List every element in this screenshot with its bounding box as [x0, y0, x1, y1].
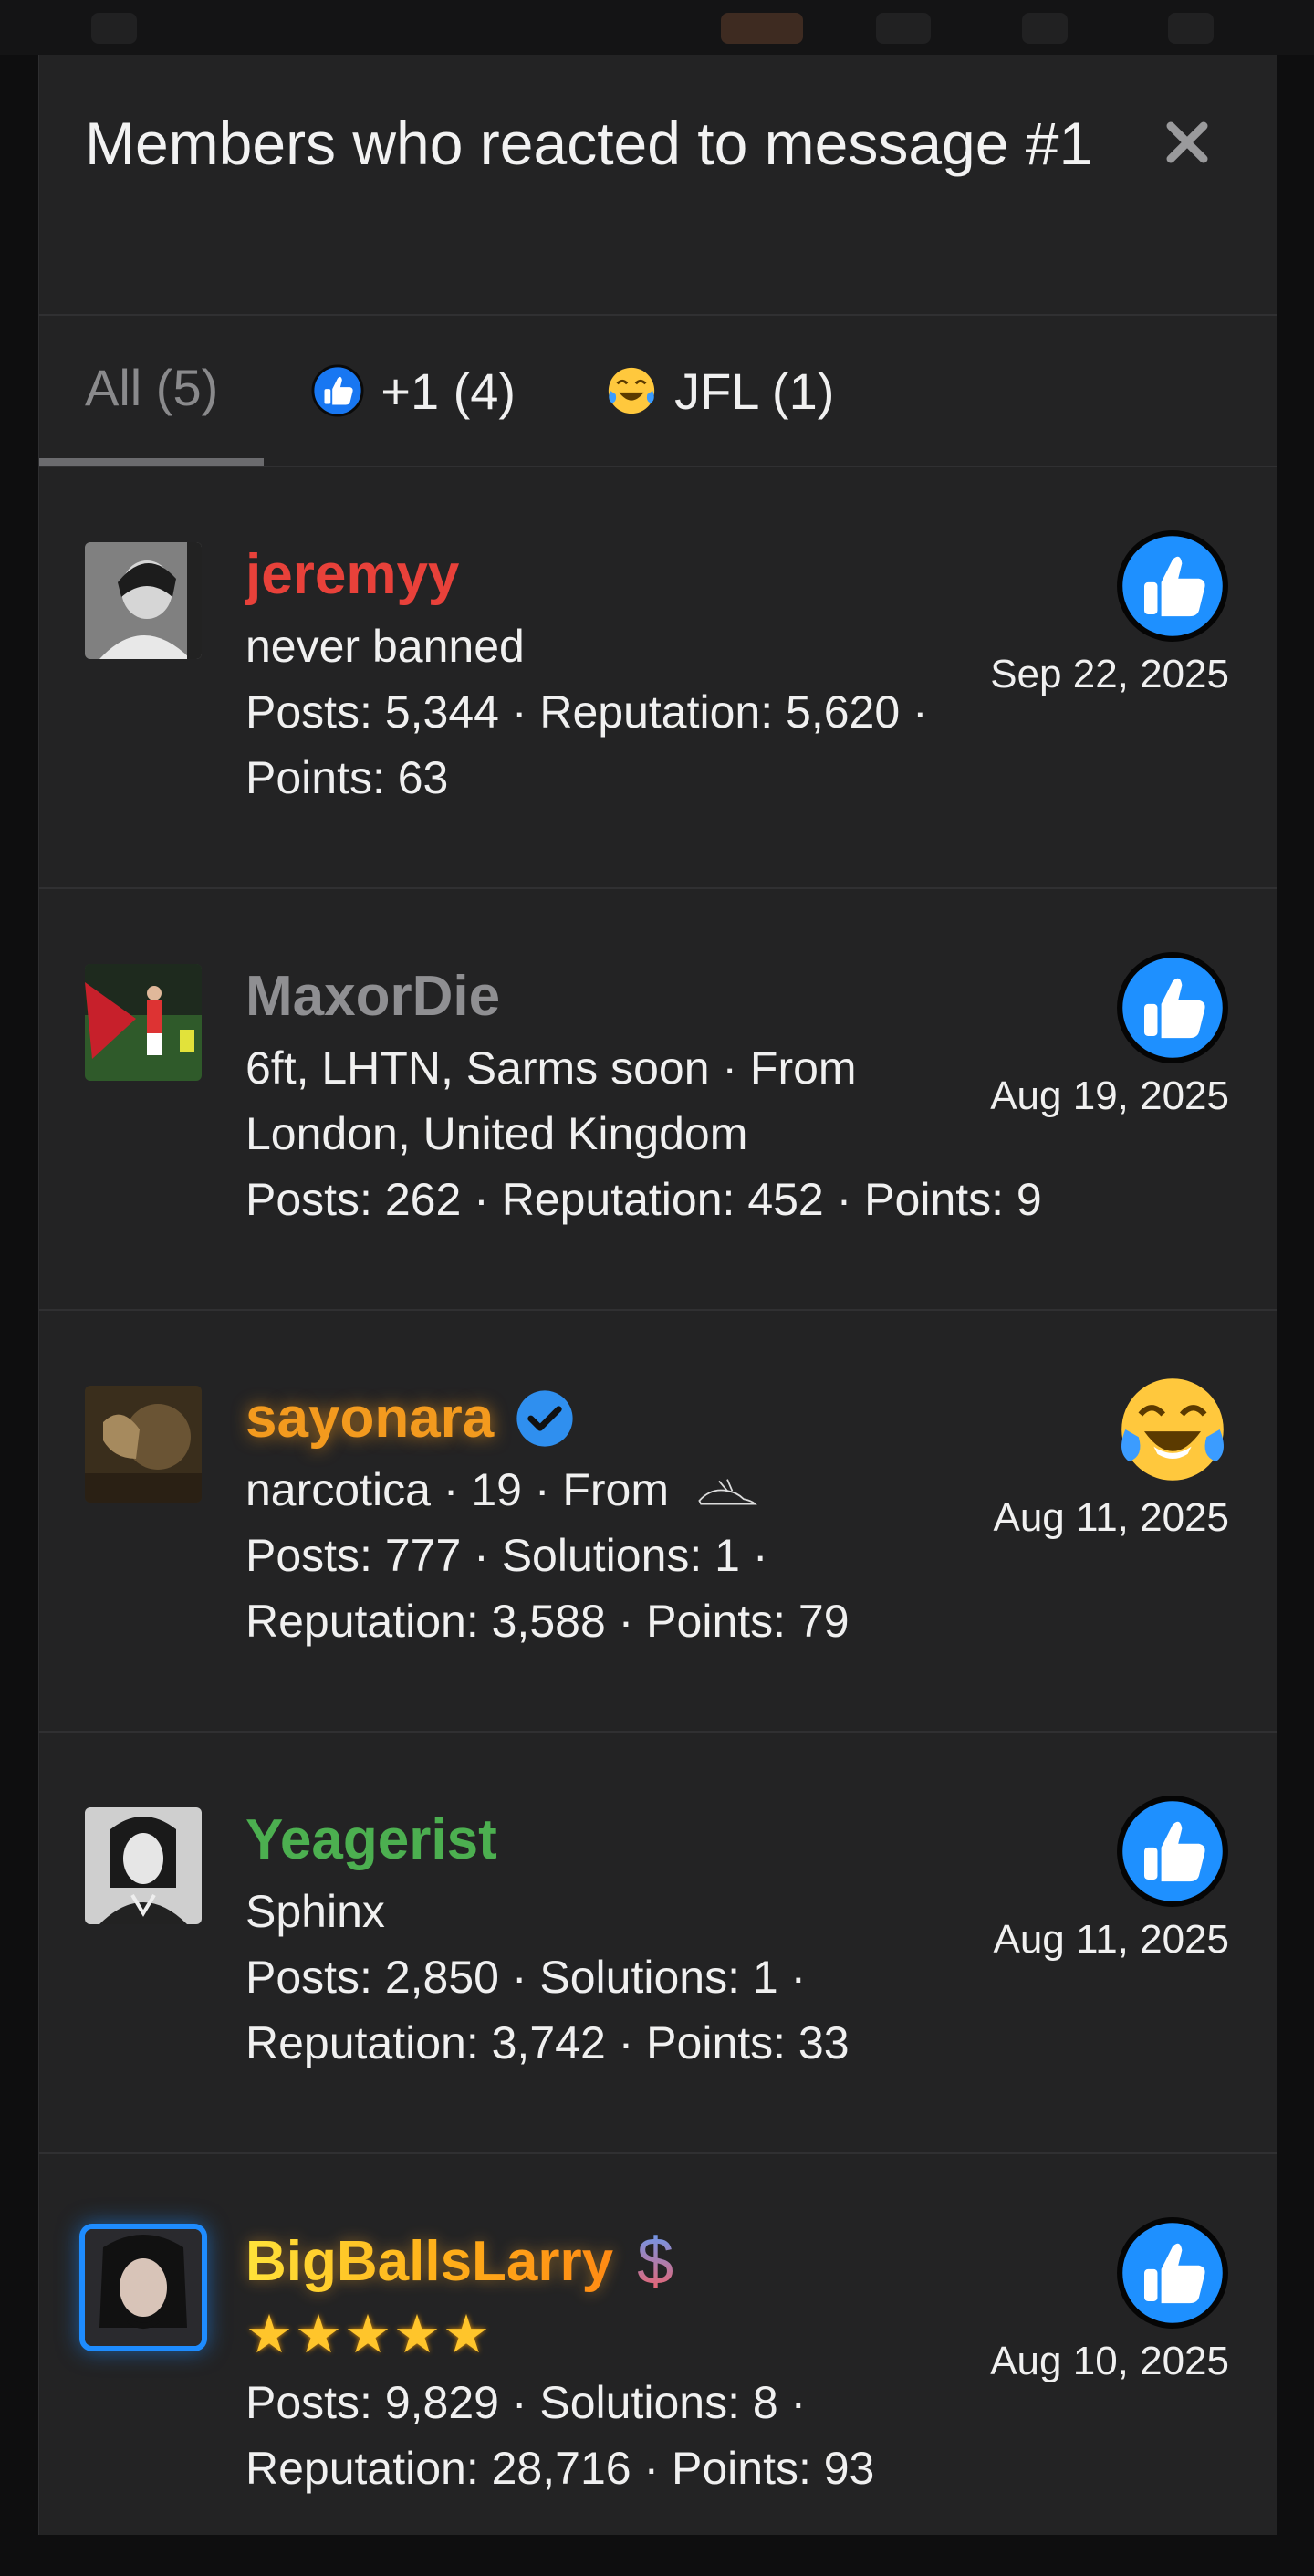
thumbs-up-reaction-icon	[1116, 1795, 1229, 1908]
tab-plus-one[interactable]: +1 (4)	[311, 316, 516, 466]
member-row: sayonara narcotica · 19 · From Posts: 77…	[39, 1311, 1277, 1733]
laughing-crying-emoji-icon	[605, 364, 658, 417]
member-row: jeremyy never banned Posts: 5,344 · Repu…	[39, 467, 1277, 889]
reaction-date: Aug 19, 2025	[990, 1073, 1229, 1118]
avatar[interactable]	[85, 542, 202, 659]
reaction-date: Aug 10, 2025	[990, 2339, 1229, 2383]
modal-header: Members who reacted to message #1	[39, 55, 1277, 316]
thumbs-up-reaction-icon	[1116, 2216, 1229, 2330]
username-link[interactable]: Yeagerist	[245, 1802, 1067, 1879]
close-button[interactable]	[1151, 106, 1224, 179]
reaction-tabs: All (5) +1 (4) JFL (1)	[39, 316, 1277, 467]
user-title: narcotica · 19 · From	[245, 1457, 1067, 1523]
user-stats: Reputation: 28,716 · Points: 93	[245, 2443, 875, 2494]
username-link[interactable]: MaxorDie	[245, 958, 1067, 1035]
reaction-date: Aug 11, 2025	[993, 1495, 1229, 1540]
chat-icon	[876, 13, 931, 44]
background-site-header	[0, 0, 1314, 55]
avatar[interactable]	[85, 1807, 202, 1924]
username-link[interactable]: BigBallsLarry $	[245, 2224, 1067, 2300]
avatar[interactable]	[85, 2229, 202, 2346]
verified-badge-icon	[516, 1390, 573, 1447]
search-icon	[1168, 13, 1214, 44]
tab-jfl[interactable]: JFL (1)	[605, 316, 834, 466]
member-info: BigBallsLarry $ ★★★★★ Posts: 9,829 · Sol…	[245, 2224, 1067, 2501]
member-row: MaxorDie 6ft, LHTN, Sarms soon · From Lo…	[39, 889, 1277, 1311]
member-info: jeremyy never banned Posts: 5,344 · Repu…	[245, 537, 1067, 811]
dollar-sign-icon: $	[637, 2225, 674, 2299]
user-stats: Reputation: 3,742 · Points: 33	[245, 2017, 850, 2068]
rabbit-icon	[698, 1479, 757, 1505]
bell-icon	[1022, 13, 1068, 44]
reaction-date: Aug 11, 2025	[993, 1917, 1229, 1962]
tab-jfl-label: JFL (1)	[674, 361, 835, 420]
tab-all[interactable]: All (5)	[39, 316, 265, 466]
user-location: London, United Kingdom	[245, 1108, 748, 1159]
thumbs-up-reaction-icon	[311, 364, 364, 417]
reaction-date: Sep 22, 2025	[990, 652, 1229, 696]
user-stats: Posts: 2,850 · Solutions: 1 ·	[245, 1952, 807, 2003]
menu-icon	[91, 13, 137, 44]
user-title: Sphinx	[245, 1886, 385, 1937]
thumbs-up-reaction-icon	[1116, 529, 1229, 643]
tab-all-label: All (5)	[85, 358, 219, 416]
avatar[interactable]	[85, 964, 202, 1081]
user-stats: Posts: 9,829 · Solutions: 8 ·	[245, 2377, 807, 2428]
rating-stars: ★★★★★	[245, 2305, 492, 2364]
user-title: never banned	[245, 621, 525, 672]
close-icon	[1166, 121, 1208, 163]
logo-image	[721, 13, 803, 44]
user-title: 6ft, LHTN, Sarms soon · From	[245, 1042, 857, 1094]
member-row: Yeagerist Sphinx Posts: 2,850 · Solution…	[39, 1733, 1277, 2154]
member-info: Yeagerist Sphinx Posts: 2,850 · Solution…	[245, 1802, 1067, 2076]
tab-plus-one-label: +1 (4)	[381, 361, 516, 420]
member-info: sayonara narcotica · 19 · From Posts: 77…	[245, 1380, 1067, 1654]
member-row: BigBallsLarry $ ★★★★★ Posts: 9,829 · Sol…	[39, 2154, 1277, 2576]
modal-title: Members who reacted to message #1	[85, 110, 1093, 177]
user-stats: Points: 63	[245, 752, 449, 803]
username-link[interactable]: jeremyy	[245, 537, 1067, 613]
user-stats: Posts: 262 · Reputation: 452 · Points: 9	[245, 1174, 1042, 1225]
username-link[interactable]: sayonara	[245, 1380, 1067, 1457]
reactions-modal: Members who reacted to message #1 All (5…	[38, 55, 1278, 2535]
avatar[interactable]	[85, 1386, 202, 1503]
user-stats: Posts: 777 · Solutions: 1 ·	[245, 1530, 768, 1581]
laughing-crying-emoji-icon	[1116, 1373, 1229, 1486]
user-stats: Reputation: 3,588 · Points: 79	[245, 1596, 850, 1647]
thumbs-up-reaction-icon	[1116, 951, 1229, 1064]
user-stats: Posts: 5,344 · Reputation: 5,620 ·	[245, 686, 928, 738]
member-info: MaxorDie 6ft, LHTN, Sarms soon · From Lo…	[245, 958, 1067, 1232]
